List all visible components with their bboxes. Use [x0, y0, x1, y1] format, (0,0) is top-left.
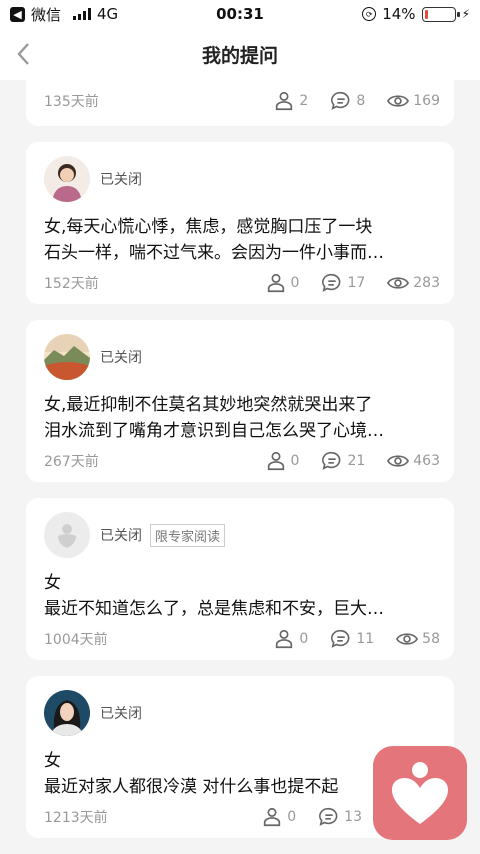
person-icon [267, 451, 284, 471]
avatar [44, 156, 90, 202]
comment-icon [331, 629, 350, 648]
time-ago: 267天前 [44, 454, 99, 470]
back-button[interactable] [10, 40, 38, 68]
expert-only-badge: 限专家阅读 [150, 523, 226, 547]
comment-icon [319, 807, 338, 826]
eye-icon [387, 455, 410, 467]
person-icon [264, 807, 281, 827]
orientation-lock-icon: ⟳ [362, 7, 377, 21]
status-label: 已关闭 [100, 528, 142, 544]
time-ago: 1213天前 [44, 810, 108, 826]
battery-icon [421, 6, 460, 22]
question-text-line: 女,每天心慌心悸，焦虑，感觉胸口压了一块 [44, 217, 373, 237]
avatar [44, 512, 90, 558]
network-label: 4G [97, 5, 119, 23]
back-to-app-icon[interactable]: ◀ [10, 6, 25, 22]
floating-app-button[interactable] [373, 746, 467, 840]
like-stat: 0 [273, 628, 308, 650]
view-stat: 283 [387, 272, 440, 294]
question-text-line: 最近不知道怎么了，总是焦虑和不安，巨大… [44, 599, 384, 619]
comment-stat: 11 [330, 628, 374, 650]
comment-icon [322, 451, 341, 470]
comment-stat: 21 [321, 450, 365, 472]
question-card[interactable]: 已关闭 女,最近抑制不住莫名其妙地突然就哭出来了 泪水流到了嘴角才意识到自己怎么… [26, 320, 454, 482]
comment-stat: 17 [321, 272, 365, 294]
page-title: 我的提问 [201, 44, 278, 67]
like-stat: 0 [261, 806, 296, 828]
eye-icon [396, 633, 419, 645]
question-card[interactable]: 已关闭 女,每天心慌心悸，焦虑，感觉胸口压了一块 石头一样，喘不过气来。会因为一… [26, 142, 454, 304]
question-text-line: 石头一样，喘不过气来。会因为一件小事而… [44, 243, 384, 263]
question-text-line: 女,最近抑制不住莫名其妙地突然就哭出来了 [44, 395, 373, 415]
time-ago: 152天前 [44, 276, 99, 292]
carrier-label: 微信 [31, 5, 62, 24]
clock: 00:31 [216, 5, 264, 23]
question-card[interactable]: 已关闭 限专家阅读 女 最近不知道怎么了，总是焦虑和不安，巨大… 1004天前 … [26, 498, 454, 660]
like-stat: 0 [265, 450, 299, 472]
view-stat: 463 [387, 450, 440, 472]
comment-icon [322, 273, 341, 292]
time-ago: 135天前 [44, 94, 99, 110]
status-bar: ◀ 微信 4G 00:31 ⟳ 14% ⚡ [0, 0, 480, 28]
question-text-line: 女 [44, 573, 61, 593]
time-ago: 1004天前 [44, 632, 108, 648]
like-stat: 2 [273, 90, 308, 112]
signal-icon [73, 8, 92, 20]
person-icon [276, 91, 293, 111]
person-icon [267, 273, 284, 293]
chevron-left-icon [17, 43, 29, 65]
battery-percent: 14% [382, 5, 416, 23]
question-text-line: 泪水流到了嘴角才意识到自己怎么哭了心境… [44, 421, 384, 441]
status-label: 已关闭 [100, 706, 142, 722]
comment-stat: 13 [318, 806, 362, 828]
question-card[interactable]: 135天前 2 8 169 [26, 80, 454, 126]
person-icon [276, 629, 293, 649]
like-stat: 0 [265, 272, 299, 294]
charging-icon: ⚡ [461, 7, 470, 21]
view-stat: 58 [396, 628, 440, 650]
avatar [44, 690, 90, 736]
status-label: 已关闭 [100, 172, 142, 188]
heart-person-icon [392, 762, 448, 824]
comment-stat: 8 [330, 90, 365, 112]
view-stat: 169 [387, 90, 440, 112]
avatar [44, 334, 90, 380]
comment-icon [331, 91, 350, 110]
status-label: 已关闭 [100, 350, 142, 366]
eye-icon [387, 277, 410, 289]
nav-bar: 我的提问 [0, 28, 480, 80]
eye-icon [387, 95, 410, 107]
